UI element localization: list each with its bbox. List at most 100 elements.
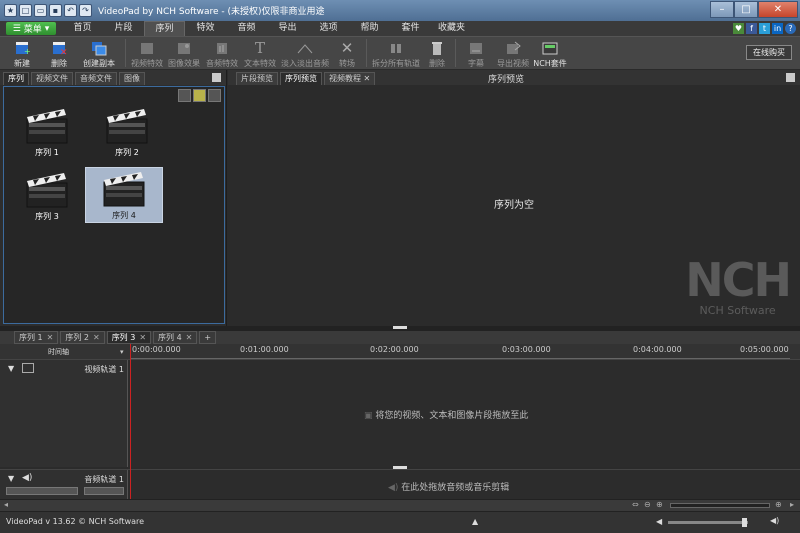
maximize-button[interactable]: □	[734, 1, 758, 18]
buy-online-button[interactable]: 在线购买	[746, 45, 792, 60]
fade-audio-button[interactable]: 淡入淡出音频	[279, 37, 331, 69]
video-track-name: 视频轨道 1	[84, 365, 124, 374]
undock-icon[interactable]	[212, 73, 221, 82]
undock-icon[interactable]	[786, 73, 795, 82]
save-icon[interactable]: ▪	[49, 4, 62, 17]
hamburger-icon: ☰	[12, 23, 21, 34]
sequence-tab-active[interactable]: 序列 3 ✕	[106, 331, 152, 344]
ruler-tick: 0:01:00.000	[240, 345, 289, 354]
close-icon[interactable]: ✕	[139, 332, 146, 344]
delete-button[interactable]: 删除	[422, 37, 452, 69]
app-icon[interactable]: ★	[4, 4, 17, 17]
transition-button[interactable]: ✕ 转场	[331, 37, 363, 69]
timeline-ruler[interactable]: 时间轴 ▾ 0:00:00.000 0:01:00.000 0:02:00.00…	[0, 344, 800, 359]
folder-icon[interactable]	[193, 89, 206, 102]
tab-video-tutorials[interactable]: 视频教程 ✕	[324, 72, 376, 85]
transition-icon: ✕	[340, 39, 354, 57]
new-file-icon[interactable]: □	[19, 4, 32, 17]
sequence-tab[interactable]: 序列 1 ✕	[14, 331, 59, 344]
zoom-slider[interactable]	[670, 503, 770, 508]
twitter-icon[interactable]: t	[759, 23, 770, 34]
undo-icon[interactable]: ↶	[64, 4, 77, 17]
facebook-icon[interactable]: f	[746, 23, 757, 34]
close-icon[interactable]: ✕	[186, 332, 193, 344]
tab-effects[interactable]: 特效	[185, 21, 226, 36]
speaker-icon: ◀)	[388, 483, 402, 493]
tab-help[interactable]: 帮助	[349, 21, 390, 36]
video-track[interactable]: ▼ 视频轨道 1 ▣ 将您的视频、文本和图像片段拖放至此	[0, 359, 800, 469]
bin-clip[interactable]: 序列 3	[8, 169, 86, 225]
collapse-icon[interactable]: ▼	[8, 364, 14, 373]
tab-audio[interactable]: 音频	[226, 21, 267, 36]
tab-home[interactable]: 首页	[62, 21, 103, 36]
sequence-tabs: 序列 1 ✕ 序列 2 ✕ 序列 3 ✕ 序列 4 ✕ +	[0, 331, 800, 344]
bin-clip-selected[interactable]: 序列 4	[85, 167, 163, 223]
collapse-icon[interactable]: ▼	[8, 474, 14, 483]
duplicate-button[interactable]: 创建副本	[76, 37, 122, 69]
expand-icon[interactable]: ▲	[472, 517, 478, 526]
linkedin-icon[interactable]: in	[772, 23, 783, 34]
bin-tabs: 序列 视频文件 音频文件 图像	[0, 70, 226, 85]
subtitles-button[interactable]: 字幕	[459, 37, 493, 69]
bin-tab-audio-files[interactable]: 音频文件	[75, 72, 117, 85]
main-menu-button[interactable]: ☰ 菜单 ▾	[6, 22, 56, 35]
tab-suite[interactable]: 套件	[390, 21, 431, 36]
tab-options[interactable]: 选项	[308, 21, 349, 36]
tab-clip-preview[interactable]: 片段预览	[236, 72, 278, 85]
tab-sequence-preview[interactable]: 序列预览	[280, 72, 322, 85]
thumbs-up-icon[interactable]: ♥	[733, 23, 744, 34]
redo-icon[interactable]: ↷	[79, 4, 92, 17]
master-volume-slider[interactable]	[668, 521, 748, 524]
new-sequence-button[interactable]: + 新建	[2, 37, 42, 69]
audio-track[interactable]: ▼ ◀) 音频轨道 1 ◀) 在此处拖放音频或音乐剪辑	[0, 469, 800, 499]
close-button[interactable]: ✕	[758, 1, 798, 18]
nch-suite-button[interactable]: NCH套件	[533, 37, 567, 69]
splitter-grip[interactable]	[393, 326, 407, 329]
sequence-tab[interactable]: 序列 4 ✕	[153, 331, 198, 344]
volume-thumb[interactable]	[742, 518, 747, 527]
open-folder-icon[interactable]: ▭	[34, 4, 47, 17]
video-track-icon[interactable]	[22, 363, 34, 373]
zoom-out-icon[interactable]: ⊖	[644, 500, 651, 509]
export-video-button[interactable]: 导出视频	[493, 37, 533, 69]
delete-sequence-button[interactable]: ✕ 删除	[42, 37, 76, 69]
scroll-left-icon[interactable]: ◂	[4, 500, 8, 509]
trash-icon[interactable]	[178, 89, 191, 102]
scroll-right-icon[interactable]: ▸	[790, 500, 794, 509]
minimize-button[interactable]: –	[710, 1, 734, 18]
playhead[interactable]	[130, 344, 131, 499]
tab-sequence[interactable]: 序列	[144, 21, 185, 36]
text-effects-button[interactable]: T 文本特效	[241, 37, 279, 69]
chevron-down-icon[interactable]: ▾	[120, 348, 124, 356]
image-effects-button[interactable]: 图像效果	[165, 37, 203, 69]
tab-clip[interactable]: 片段	[103, 21, 144, 36]
bin-clip[interactable]: 序列 1	[8, 105, 86, 161]
help-icon[interactable]: ?	[785, 23, 796, 34]
zoom-in-icon[interactable]: ⊕	[656, 500, 663, 509]
timeline-scrollbar[interactable]: ◂ ⇔ ⊖ ⊕ ⊕ ▸	[0, 499, 800, 511]
bin-tab-sequences[interactable]: 序列	[3, 72, 29, 85]
pan-slider[interactable]	[84, 487, 124, 495]
zoom-in-icon[interactable]: ⊕	[775, 500, 782, 509]
close-icon[interactable]: ✕	[93, 332, 100, 344]
svg-text:✕: ✕	[60, 48, 67, 56]
bin-tab-video-files[interactable]: 视频文件	[31, 72, 73, 85]
volume-slider[interactable]	[6, 487, 78, 495]
audio-effects-button[interactable]: 音频特效	[203, 37, 241, 69]
bin-clip[interactable]: 序列 2	[88, 105, 166, 161]
window-title: VideoPad by NCH Software - (未授权)仅限非商业用途	[98, 7, 325, 17]
list-view-icon[interactable]	[208, 89, 221, 102]
speaker-icon[interactable]: ◀)	[22, 473, 32, 483]
bin-tab-images[interactable]: 图像	[119, 72, 145, 85]
speaker-icon[interactable]: ◀	[656, 517, 662, 526]
quick-access-toolbar: ★ □ ▭ ▪ ↶ ↷	[4, 4, 92, 17]
add-sequence-tab[interactable]: +	[199, 331, 217, 344]
close-icon[interactable]: ✕	[364, 74, 371, 83]
video-effects-button[interactable]: 视频特效	[129, 37, 165, 69]
split-tracks-button[interactable]: 拆分所有轨道	[370, 37, 422, 69]
tab-favorites[interactable]: 收藏夹	[431, 21, 472, 36]
close-icon[interactable]: ✕	[47, 332, 54, 344]
fit-timeline-icon[interactable]: ⇔	[632, 500, 639, 509]
tab-export[interactable]: 导出	[267, 21, 308, 36]
sequence-tab[interactable]: 序列 2 ✕	[60, 331, 105, 344]
